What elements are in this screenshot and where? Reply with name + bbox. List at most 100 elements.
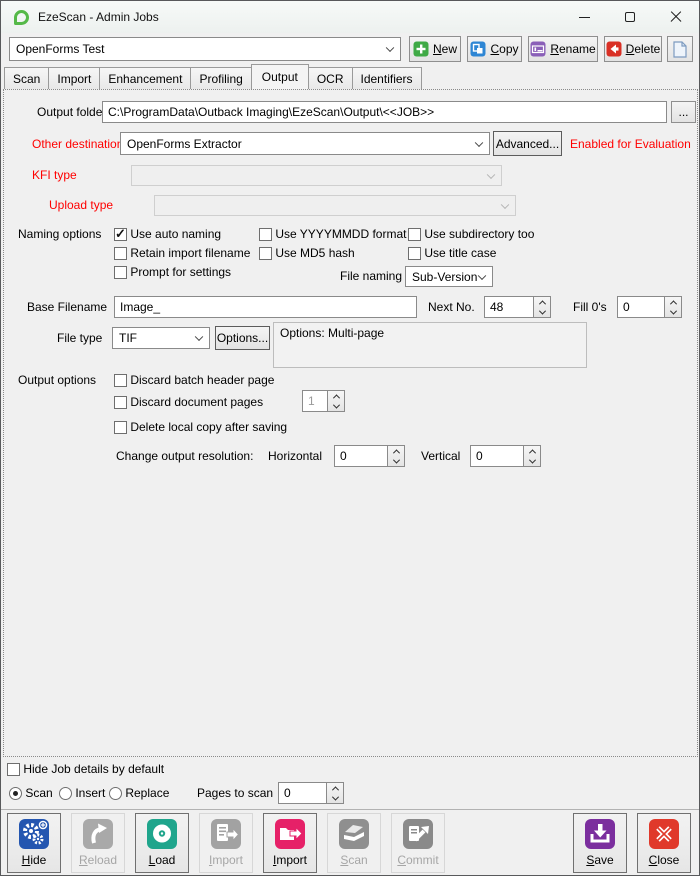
checkbox-discard-batch-header[interactable]: Discard batch header page [114, 372, 274, 388]
radio-label: Scan [25, 786, 52, 800]
pages-to-scan-input[interactable] [278, 782, 327, 804]
radio-scan[interactable]: Scan [9, 785, 53, 801]
load-button-label: Load [149, 853, 176, 867]
checkbox-box[interactable] [408, 228, 421, 241]
spin-up-button[interactable] [665, 297, 681, 307]
change-resolution-label: Change output resolution: [116, 445, 253, 467]
tab-import[interactable]: Import [48, 67, 100, 89]
tab-profiling[interactable]: Profiling [190, 67, 251, 89]
next-no-label: Next No. [428, 296, 475, 318]
file-type-options-button[interactable]: Options... [215, 326, 270, 350]
radio-button[interactable] [59, 787, 72, 800]
chevron-down-icon [538, 307, 545, 314]
checkbox-box[interactable] [114, 396, 127, 409]
spin-up-button[interactable] [327, 783, 343, 793]
file-type-select[interactable]: TIF [112, 327, 210, 349]
copy-icon [470, 41, 486, 57]
file-naming-select[interactable]: Sub-Version [405, 266, 493, 287]
checkbox-retain-import-filename[interactable]: Retain import filename [114, 245, 250, 261]
spin-up-button[interactable] [534, 297, 550, 307]
horizontal-resolution-input[interactable] [334, 445, 388, 467]
job-select[interactable]: OpenForms Test [9, 37, 401, 61]
close-button[interactable]: Close [637, 813, 691, 873]
spin-down-button[interactable] [327, 793, 343, 803]
rename-job-button[interactable]: Rename [528, 36, 598, 62]
tab-enhancement[interactable]: Enhancement [99, 67, 191, 89]
checkbox-discard-document-pages[interactable]: Discard document pages [114, 394, 263, 410]
import-folder-button[interactable]: Import [263, 813, 317, 873]
delete-job-button[interactable]: Delete [604, 36, 662, 62]
spin-down-button[interactable] [534, 307, 550, 317]
tab-scan[interactable]: Scan [4, 67, 49, 89]
spin-down-button[interactable] [665, 307, 681, 317]
tab-label: OCR [317, 72, 344, 86]
scanner-icon [338, 818, 370, 850]
hide-button[interactable]: Hide [7, 813, 61, 873]
output-folder-input[interactable] [102, 101, 667, 123]
browse-output-folder-button[interactable]: ... [671, 101, 696, 123]
checkbox-box[interactable] [408, 247, 421, 260]
checkbox-box[interactable] [114, 266, 127, 279]
import-file-button: Import [199, 813, 253, 873]
radio-button[interactable] [109, 787, 122, 800]
save-button-label: Save [586, 853, 613, 867]
tab-identifiers[interactable]: Identifiers [352, 67, 422, 89]
rename-button-label: Rename [550, 42, 595, 56]
new-job-button[interactable]: New [409, 36, 461, 62]
radio-button[interactable] [9, 787, 22, 800]
checkbox-use-auto-naming[interactable]: Use auto naming [114, 226, 221, 242]
radio-insert[interactable]: Insert [59, 785, 105, 801]
spin-up-button[interactable] [524, 446, 540, 456]
checkbox-box[interactable] [114, 228, 127, 241]
advanced-button[interactable]: Advanced... [493, 131, 562, 156]
horizontal-resolution-spinner[interactable] [334, 445, 405, 467]
maximize-button[interactable] [607, 1, 653, 33]
fill-zeros-spinner[interactable] [617, 296, 682, 318]
base-filename-input[interactable] [114, 296, 417, 318]
checkbox-box[interactable] [7, 763, 20, 776]
tab-output[interactable]: Output [251, 64, 309, 89]
tab-label: Output [262, 70, 298, 84]
spin-down-button[interactable] [524, 456, 540, 466]
import-folder-icon [274, 818, 306, 850]
job-details-button[interactable] [667, 36, 693, 62]
minimize-button[interactable] [561, 1, 607, 33]
checkbox-label: Use MD5 hash [275, 246, 354, 260]
radio-replace[interactable]: Replace [109, 785, 169, 801]
next-no-spinner[interactable] [484, 296, 551, 318]
chevron-down-icon [392, 456, 399, 463]
checkbox-use-title-case[interactable]: Use title case [408, 245, 496, 261]
spin-up-button[interactable] [388, 446, 404, 456]
checkbox-box[interactable] [259, 247, 272, 260]
output-tab-panel: Output folder ... Other destination Open… [3, 89, 698, 757]
checkbox-hide-job-details[interactable]: Hide Job details by default [7, 761, 164, 777]
vertical-resolution-spinner[interactable] [470, 445, 541, 467]
checkbox-delete-local-copy[interactable]: Delete local copy after saving [114, 419, 287, 435]
chevron-down-icon [386, 44, 394, 52]
checkbox-use-subdirectory-too[interactable]: Use subdirectory too [408, 226, 534, 242]
tab-ocr[interactable]: OCR [308, 67, 353, 89]
fill-zeros-input[interactable] [617, 296, 665, 318]
checkbox-box[interactable] [259, 228, 272, 241]
next-no-input[interactable] [484, 296, 534, 318]
save-button[interactable]: Save [573, 813, 627, 873]
checkbox-prompt-for-settings[interactable]: Prompt for settings [114, 264, 231, 280]
scan-button: Scan [327, 813, 381, 873]
chevron-up-icon [538, 300, 545, 307]
other-destination-value: OpenForms Extractor [127, 137, 242, 151]
other-destination-select[interactable]: OpenForms Extractor [120, 132, 490, 155]
vertical-resolution-input[interactable] [470, 445, 524, 467]
checkbox-box[interactable] [114, 247, 127, 260]
checkbox-use-md5-hash[interactable]: Use MD5 hash [259, 245, 355, 261]
checkbox-box[interactable] [114, 421, 127, 434]
save-download-icon [584, 818, 616, 850]
checkbox-use-yyyymmdd-format[interactable]: Use YYYYMMDD format [259, 226, 406, 242]
close-window-button[interactable] [653, 1, 699, 33]
checkbox-box[interactable] [114, 374, 127, 387]
load-button[interactable]: Load [135, 813, 189, 873]
naming-options-label: Naming options [18, 226, 101, 242]
spin-down-button[interactable] [388, 456, 404, 466]
copy-job-button[interactable]: Copy [467, 36, 522, 62]
pages-to-scan-spinner[interactable] [278, 782, 344, 804]
import-file-button-label: Import [209, 853, 243, 867]
